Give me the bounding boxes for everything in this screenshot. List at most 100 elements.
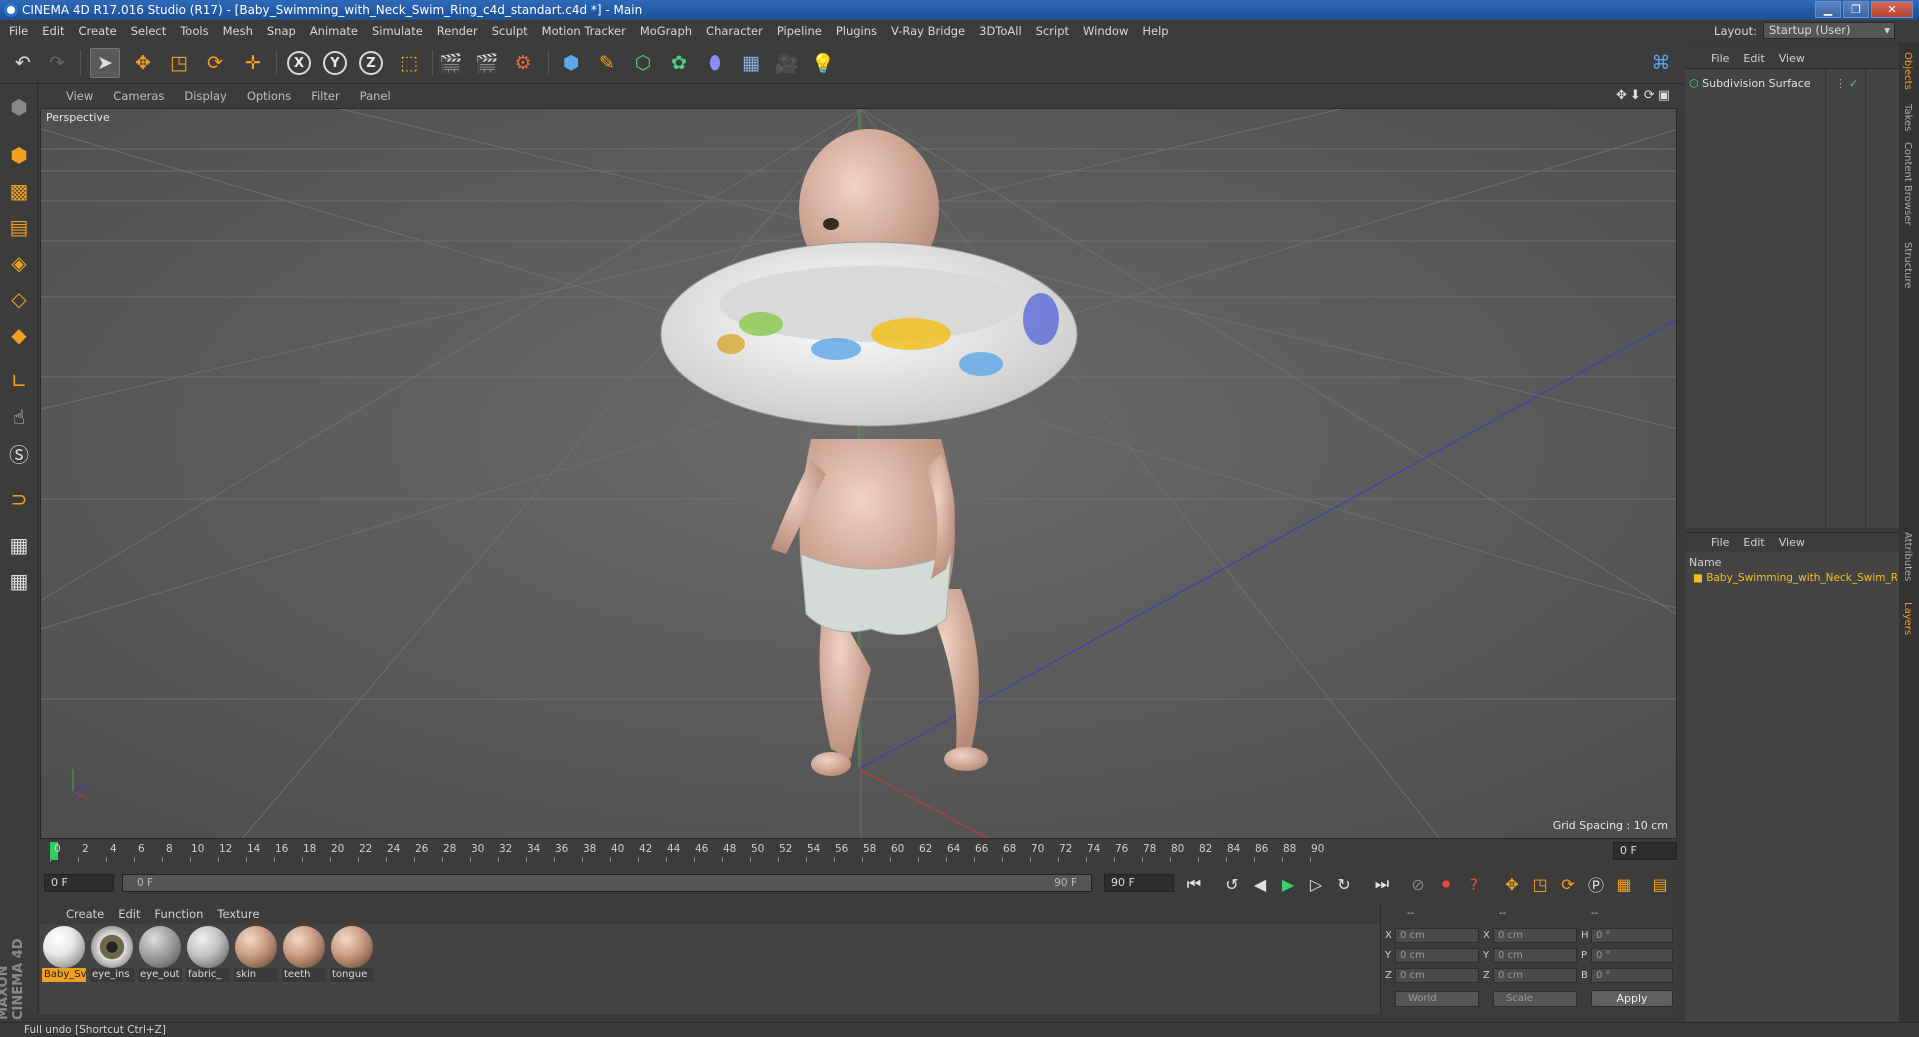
layout-select[interactable]: Startup (User) [1763, 22, 1895, 39]
visibility-dots-icon[interactable]: ⋮ [1835, 77, 1846, 90]
menu-sculpt[interactable]: Sculpt [492, 24, 528, 38]
viewport-menu-filter[interactable]: Filter [311, 89, 339, 103]
material-swatch[interactable]: tongue [330, 926, 374, 984]
material-swatch[interactable]: eye_ins [90, 926, 134, 984]
key-parameter-icon[interactable]: Ⓟ [1584, 872, 1608, 896]
edges-mode-icon[interactable]: ◇ [4, 284, 34, 314]
tab-objects[interactable]: Objects [1902, 52, 1913, 90]
current-frame-field[interactable]: 0 F [1613, 842, 1677, 860]
rotate-icon[interactable]: ⟳ [200, 48, 230, 78]
coordinate-system-icon[interactable]: ⬚ [394, 48, 424, 78]
subdivision-surface-icon[interactable]: ⬡ [628, 48, 658, 78]
live-selection-icon[interactable]: ✛ [238, 48, 268, 78]
layer-menu-edit[interactable]: Edit [1743, 536, 1764, 549]
menu-edit[interactable]: Edit [42, 24, 64, 38]
coordinate-mode-select[interactable]: World [1395, 991, 1479, 1007]
key-rotation-icon[interactable]: ⟳ [1556, 872, 1580, 896]
camera-icon[interactable]: 🎥 [772, 48, 802, 78]
snap-icon[interactable]: Ⓢ [4, 438, 34, 468]
previous-frame-icon[interactable]: ◀ [1248, 872, 1272, 896]
size-z-field[interactable]: 0 cm [1493, 968, 1577, 983]
undo-icon[interactable]: ↶ [8, 48, 38, 78]
tab-structure[interactable]: Structure [1902, 242, 1913, 289]
polygons-mode-icon[interactable]: ◆ [4, 320, 34, 350]
rotation-b-field[interactable]: 0 ° [1591, 968, 1673, 983]
menu-plugins[interactable]: Plugins [836, 24, 877, 38]
object-menu-file[interactable]: File [1711, 52, 1729, 65]
pen-spline-icon[interactable]: ✎ [592, 48, 622, 78]
size-y-field[interactable]: 0 cm [1493, 948, 1577, 963]
size-x-field[interactable]: 0 cm [1493, 928, 1577, 943]
material-menu-create[interactable]: Create [66, 907, 104, 921]
object-row[interactable]: ⬡ Subdivision Surface ⋮ ✓ [1689, 77, 1895, 93]
magnet-icon[interactable]: ⊃ [4, 484, 34, 514]
go-to-end-icon[interactable]: ⏭ [1370, 872, 1394, 896]
apply-button[interactable]: Apply [1591, 990, 1673, 1007]
material-menu-edit[interactable]: Edit [118, 907, 140, 921]
viewport-menu-cameras[interactable]: Cameras [113, 89, 164, 103]
deformer-icon[interactable]: ⬮ [700, 48, 730, 78]
material-swatch[interactable]: teeth [282, 926, 326, 984]
menu-3dtoall[interactable]: 3DToAll [979, 24, 1022, 38]
menu-create[interactable]: Create [79, 24, 117, 38]
keyframe-selection-icon[interactable]: ? [1462, 872, 1486, 896]
rotation-p-field[interactable]: 0 ° [1591, 948, 1673, 963]
menu-select[interactable]: Select [131, 24, 166, 38]
neck-swim-ring-model[interactable] [660, 241, 1078, 427]
render-picture-viewer-icon[interactable]: 🎬 [472, 48, 502, 78]
start-frame-field[interactable]: 0 F [44, 874, 114, 892]
tab-layers[interactable]: Layers [1902, 602, 1913, 635]
rotation-h-field[interactable]: 0 ° [1591, 928, 1673, 943]
texture-mode-icon[interactable]: ▩ [4, 176, 34, 206]
perspective-viewport[interactable]: Perspective Grid Spacing : 10 cm [40, 108, 1677, 839]
menu-mograph[interactable]: MoGraph [640, 24, 692, 38]
axis-mode-icon[interactable]: ∟ [4, 366, 34, 396]
layer-menu-view[interactable]: View [1779, 536, 1805, 549]
y-axis-lock-button[interactable]: Y [320, 48, 350, 78]
menu-mesh[interactable]: Mesh [223, 24, 253, 38]
timeline-ruler[interactable]: 0 F 0 2 4 6 8 10 12 14 16 18 20 22 24 26 28 30 32 34 36 38 4… [40, 840, 1677, 862]
menu-window[interactable]: Window [1083, 24, 1128, 38]
floor-environment-icon[interactable]: ▦ [736, 48, 766, 78]
next-frame-icon[interactable]: ▷ [1304, 872, 1328, 896]
transform-mode-select[interactable]: Scale [1493, 991, 1577, 1007]
preview-range-slider[interactable]: 0 F 90 F [122, 874, 1092, 892]
viewport-menu-panel[interactable]: Panel [360, 89, 391, 103]
viewport-menu-view[interactable]: View [66, 89, 93, 103]
scale-icon[interactable]: ◳ [164, 48, 194, 78]
material-swatch[interactable]: Baby_Sv [42, 926, 86, 984]
material-swatch[interactable]: fabric_ [186, 926, 230, 984]
material-menu-function[interactable]: Function [155, 907, 204, 921]
tab-takes[interactable]: Takes [1902, 104, 1913, 131]
menu-file[interactable]: File [9, 24, 28, 38]
menu-render[interactable]: Render [437, 24, 478, 38]
make-editable-icon[interactable]: ⬢ [4, 92, 34, 122]
redo-icon[interactable]: ↷ [42, 48, 72, 78]
points-mode-icon[interactable]: ◈ [4, 248, 34, 278]
select-arrow-icon[interactable]: ➤ [90, 48, 120, 78]
timeline-window-icon[interactable]: ▤ [1648, 872, 1672, 896]
tab-content-browser[interactable]: Content Browser [1902, 142, 1913, 225]
position-y-field[interactable]: 0 cm [1395, 948, 1479, 963]
position-x-field[interactable]: 0 cm [1395, 928, 1479, 943]
cube-primitive-icon[interactable]: ⬢ [556, 48, 586, 78]
enabled-check-icon[interactable]: ✓ [1849, 77, 1858, 90]
close-button[interactable]: ✕ [1871, 1, 1913, 18]
material-swatch[interactable]: skin [234, 926, 278, 984]
key-pla-icon[interactable]: ▦ [1612, 872, 1636, 896]
planar-workplane-icon[interactable]: ▦ [4, 566, 34, 596]
viewport-menu-options[interactable]: Options [247, 89, 291, 103]
go-to-start-icon[interactable]: ⏮ [1182, 872, 1206, 896]
workplane-mode-icon[interactable]: ▤ [4, 212, 34, 242]
render-view-icon[interactable]: 🎬 [436, 48, 466, 78]
position-z-field[interactable]: 0 cm [1395, 968, 1479, 983]
light-icon[interactable]: 💡 [808, 48, 838, 78]
viewport-menu-display[interactable]: Display [184, 89, 226, 103]
autokey-icon[interactable]: ⏺ [1434, 872, 1458, 896]
z-axis-lock-button[interactable]: Z [356, 48, 386, 78]
next-key-icon[interactable]: ↻ [1332, 872, 1356, 896]
play-icon[interactable]: ▶ [1276, 872, 1300, 896]
material-menu-texture[interactable]: Texture [217, 907, 259, 921]
object-menu-edit[interactable]: Edit [1743, 52, 1764, 65]
previous-key-icon[interactable]: ↺ [1220, 872, 1244, 896]
